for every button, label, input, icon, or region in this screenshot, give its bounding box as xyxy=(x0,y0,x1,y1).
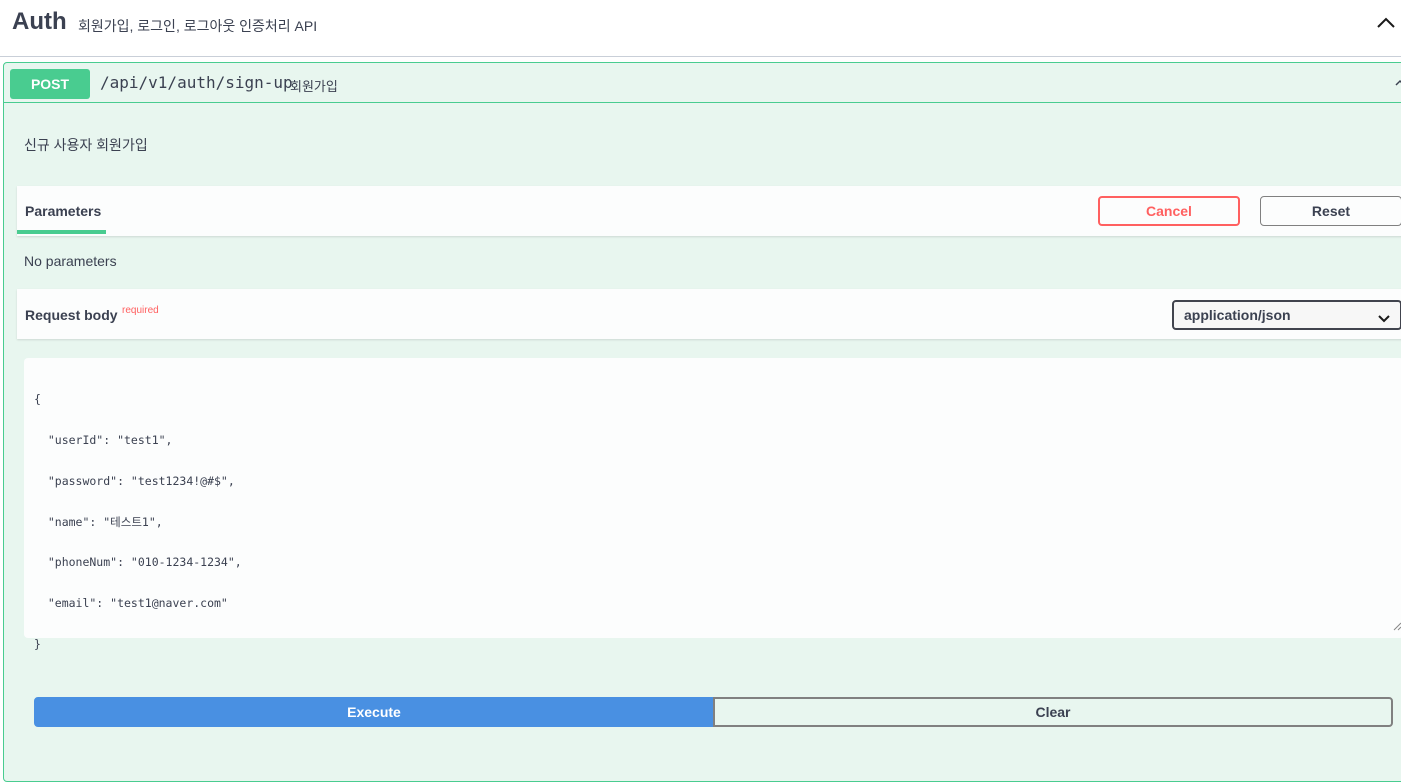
operation-summary[interactable]: POST /api/v1/auth/sign-up 회원가입 xyxy=(4,63,1401,103)
operation-block: POST /api/v1/auth/sign-up 회원가입 신규 사용자 회원… xyxy=(3,62,1401,782)
request-body-json: { "userId": "test1", "password": "test12… xyxy=(34,366,242,679)
json-line: "name": "테스트1", xyxy=(34,514,163,529)
request-body-editor[interactable]: { "userId": "test1", "password": "test12… xyxy=(24,358,1401,650)
resize-grip-icon[interactable] xyxy=(1392,618,1401,636)
operation-summary-text: 회원가입 xyxy=(290,79,338,94)
content-type-select[interactable]: application/json xyxy=(1172,300,1401,330)
parameters-header: Parameters Cancel Reset xyxy=(17,186,1401,236)
operation-description: 신규 사용자 회원가입 xyxy=(24,137,148,153)
json-line: "password": "test1234!@#$", xyxy=(34,473,235,488)
tag-name: Auth xyxy=(12,8,67,35)
json-line: "email": "test1@naver.com" xyxy=(34,596,228,611)
chevron-up-icon[interactable] xyxy=(1373,10,1399,36)
cancel-button[interactable]: Cancel xyxy=(1098,196,1240,226)
no-parameters-text: No parameters xyxy=(24,253,117,269)
tag-header[interactable]: Auth 회원가입, 로그인, 로그아웃 인증처리 API xyxy=(0,0,1401,57)
http-method-badge: POST xyxy=(10,69,90,99)
tab-active-indicator xyxy=(17,230,106,234)
required-label: required xyxy=(122,305,159,316)
json-line: "userId": "test1", xyxy=(34,432,173,447)
json-line: { xyxy=(34,392,41,407)
request-body-title: Request body xyxy=(25,307,118,323)
chevron-up-icon[interactable] xyxy=(1394,75,1401,94)
chevron-down-icon xyxy=(1378,310,1390,326)
execute-button[interactable]: Execute xyxy=(34,697,714,727)
tag-description: 회원가입, 로그인, 로그아웃 인증처리 API xyxy=(78,18,318,34)
json-line: "phoneNum": "010-1234-1234", xyxy=(34,555,242,570)
content-type-value: application/json xyxy=(1184,307,1291,323)
request-body-header: Request body required application/json xyxy=(17,289,1401,339)
endpoint-path: /api/v1/auth/sign-up xyxy=(100,73,293,92)
clear-button[interactable]: Clear xyxy=(713,697,1393,727)
tab-parameters[interactable]: Parameters xyxy=(25,203,101,219)
reset-button[interactable]: Reset xyxy=(1260,196,1401,226)
json-line: } xyxy=(34,636,41,651)
